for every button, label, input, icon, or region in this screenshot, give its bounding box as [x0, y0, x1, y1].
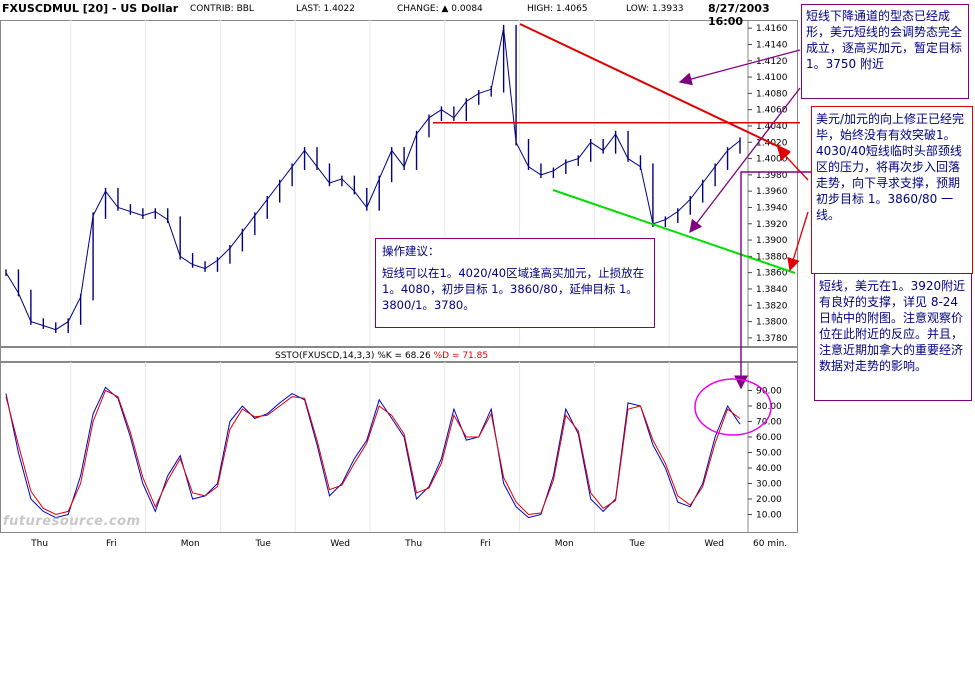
day-label: Mon	[181, 539, 200, 549]
interval-label: 60 min.	[753, 539, 787, 549]
stochastic-k-label: SSTO(FXUSCD,14,3,3) %K = 68.26	[275, 351, 434, 361]
price-tick-label: 1.3780	[756, 334, 788, 344]
stochastic-title: SSTO(FXUSCD,14,3,3) %K = 68.26 %D = 71.8…	[275, 351, 488, 361]
stochastic-tick-label: 20.00	[756, 495, 782, 505]
stochastic-d-line	[5, 389, 741, 516]
price-tick-label: 1.3820	[756, 301, 788, 311]
stochastic-panel-frame	[0, 362, 798, 533]
high-value: HIGH: 1.4065	[527, 4, 588, 14]
day-label: Fri	[106, 539, 117, 549]
channel-top-line	[519, 23, 791, 153]
day-label: Fri	[480, 539, 491, 549]
price-tick-label: 1.3940	[756, 203, 788, 213]
stochastic-d-label: %D = 71.85	[434, 351, 489, 361]
annotation-support: 短线，美元在1。3920附近有良好的支撑，详见 8-24 日帖中的附图。注意观察…	[814, 273, 972, 401]
price-tick-label: 1.3860	[756, 269, 788, 279]
trading-advice-body: 短线可以在1。4020/40区域逢高买加元，止损放在1。4080，初步目标 1。…	[382, 266, 645, 312]
day-label: Tue	[629, 539, 646, 549]
contrib-label: CONTRIB: BBL	[190, 4, 254, 14]
stochastic-tick-label: 50.00	[756, 449, 782, 459]
annotation-correction-done: 美元/加元的向上修正已经完毕，始终没有有效突破1。4030/40短线临时头部颈线…	[811, 106, 973, 274]
price-tick-label: 1.3900	[756, 236, 788, 246]
low-value: LOW: 1.3933	[626, 4, 684, 14]
day-label: Wed	[704, 539, 724, 549]
price-tick-label: 1.4140	[756, 40, 788, 50]
price-tick-label: 1.4100	[756, 73, 788, 83]
price-tick-label: 1.3920	[756, 220, 788, 230]
trading-advice-box: 操作建议： 短线可以在1。4020/40区域逢高买加元，止损放在1。4080，初…	[375, 238, 655, 328]
price-tick-label: 1.3840	[756, 285, 788, 295]
last-price: LAST: 1.4022	[296, 4, 355, 14]
price-tick-label: 1.4080	[756, 89, 788, 99]
day-label: Thu	[404, 539, 422, 549]
arrow-to-channel-bottom	[787, 211, 809, 272]
price-tick-label: 1.4040	[756, 122, 788, 132]
stochastic-k-line	[5, 386, 741, 519]
price-tick-label: 1.3960	[756, 187, 788, 197]
stochastic-tick-label: 10.00	[756, 511, 782, 521]
futuresource-watermark: futuresource.com	[3, 514, 141, 529]
price-tick-label: 1.3800	[756, 318, 788, 328]
day-label: Mon	[555, 539, 574, 549]
day-label: Wed	[330, 539, 350, 549]
symbol-title: FXUSCDMUL [20] - US Dollar	[2, 2, 179, 15]
price-tick-label: 1.4120	[756, 57, 788, 67]
day-label: Tue	[255, 539, 272, 549]
day-label: Thu	[30, 539, 48, 549]
trading-advice-title: 操作建议：	[382, 244, 440, 258]
stochastic-tick-label: 80.00	[756, 402, 782, 412]
annotation-channel-formed: 短线下降通道的型态已经成形，美元短线的会调势态完全成立，逐高买加元，暂定目标 1…	[801, 4, 969, 99]
stochastic-tick-label: 30.00	[756, 480, 782, 490]
chart-datetime: 8/27/2003 16:00	[708, 2, 770, 28]
change-value: CHANGE: ▲ 0.0084	[397, 4, 483, 14]
stochastic-tick-label: 40.00	[756, 464, 782, 474]
stochastic-tick-label: 60.00	[756, 433, 782, 443]
chart-header: FXUSCDMUL [20] - US Dollar CONTRIB: BBL …	[0, 0, 800, 28]
price-tick-label: 1.4000	[756, 155, 788, 165]
